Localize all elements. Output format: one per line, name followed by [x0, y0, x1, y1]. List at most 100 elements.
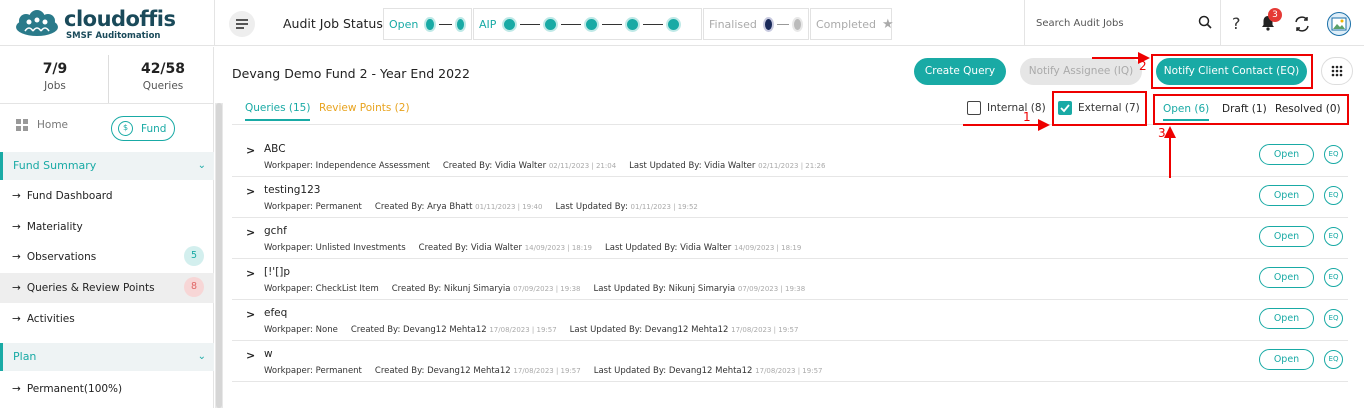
created-by-label: Created By: [374, 202, 425, 212]
tab-review-points[interactable]: Review Points (2) [319, 102, 410, 114]
eq-badge[interactable]: EQ [1324, 268, 1343, 287]
eq-badge[interactable]: EQ [1324, 145, 1343, 164]
scrollbar-thumb[interactable] [216, 103, 222, 408]
status-open-button[interactable]: Open [1259, 226, 1314, 247]
table-row[interactable]: > [!'[]p Workpaper: CheckList Item Created … [232, 259, 1348, 300]
stage-completed[interactable]: Completed ★ [810, 8, 894, 40]
arrow-right-icon: → [12, 251, 21, 263]
plan-title: Plan [13, 350, 37, 363]
sidebar-scrollbar[interactable] [215, 103, 223, 408]
status-open-button[interactable]: Open [1259, 144, 1314, 165]
stage-dot [625, 16, 641, 32]
status-open-button[interactable]: Open [1259, 308, 1314, 329]
annotation-label-3: 3 [1158, 126, 1166, 140]
menu-button[interactable] [229, 11, 255, 37]
last-updated-label: Last Updated By: [569, 325, 643, 335]
internal-label: Internal (8) [987, 102, 1046, 114]
divider [1220, 0, 1221, 46]
query-title[interactable]: efeq [264, 307, 287, 319]
workpaper-value: CheckList Item [315, 284, 379, 294]
workpaper-label: Workpaper: [264, 366, 313, 376]
star-icon: ★ [882, 16, 894, 32]
sidebar-item-fund-dashboard[interactable]: → Fund Dashboard [0, 181, 214, 211]
chevron-right-icon[interactable]: > [246, 308, 255, 321]
annotation-arrow [963, 124, 1043, 126]
query-title[interactable]: [!'[]p [264, 266, 290, 278]
table-row[interactable]: > w Workpaper: Permanent Created By: Devang… [232, 341, 1348, 382]
chevron-right-icon[interactable]: > [246, 144, 255, 157]
workpaper-value: Permanent [315, 366, 362, 376]
query-title[interactable]: w [264, 348, 273, 360]
stage-dot [543, 16, 559, 32]
logo[interactable]: cloudoffis SMSF Auditomation [14, 5, 194, 41]
table-row[interactable]: > gchf Workpaper: Unlisted Investments Crea… [232, 218, 1348, 259]
highlight-box-external [1052, 91, 1147, 126]
table-row[interactable]: > efeq Workpaper: None Created By: Devang12… [232, 300, 1348, 341]
query-meta: Workpaper: Permanent Created By: Devang12… [264, 366, 822, 376]
tab-queries[interactable]: Queries (15) [245, 102, 311, 121]
stage-line [561, 23, 582, 25]
highlight-box-notify-client [1151, 54, 1313, 89]
create-query-button[interactable]: Create Query [914, 58, 1006, 85]
created-date: 17/08/2023 | 19:57 [489, 326, 557, 334]
search-input[interactable]: Search Audit Jobs [1036, 18, 1124, 29]
chevron-right-icon[interactable]: > [246, 226, 255, 239]
stage-aip-label: AIP [479, 17, 497, 31]
stage-open[interactable]: Open [383, 8, 472, 40]
internal-filter[interactable]: Internal (8) [967, 101, 1046, 115]
table-row[interactable]: > testing123 Workpaper: Permanent Created B… [232, 177, 1348, 218]
eq-badge[interactable]: EQ [1324, 186, 1343, 205]
chevron-right-icon[interactable]: > [246, 185, 255, 198]
arrow-right-icon: → [12, 282, 21, 294]
checkbox[interactable] [967, 101, 981, 115]
query-title[interactable]: gchf [264, 225, 287, 237]
chevron-right-icon[interactable]: > [246, 349, 255, 362]
last-updated-label: Last Updated By: [555, 202, 628, 212]
sidebar-item-materiality[interactable]: → Materiality [0, 212, 214, 242]
query-title[interactable]: testing123 [264, 184, 320, 196]
created-by-value: Devang12 Mehta12 [403, 325, 487, 335]
hamburger-icon [236, 19, 248, 29]
divider [0, 103, 214, 104]
help-icon[interactable]: ? [1232, 14, 1241, 33]
query-title[interactable]: ABC [264, 143, 286, 155]
plan-section[interactable]: Plan ⌄ [0, 343, 214, 371]
eq-badge[interactable]: EQ [1324, 227, 1343, 246]
stage-aip[interactable]: AIP [473, 8, 702, 40]
last-updated-date: 17/08/2023 | 19:57 [755, 367, 823, 375]
stage-finalised[interactable]: Finalised [703, 8, 809, 40]
eq-badge[interactable]: EQ [1324, 309, 1343, 328]
jobs-label: Jobs [44, 80, 66, 92]
home-label: Home [37, 119, 69, 131]
created-date: 14/09/2023 | 18:19 [524, 244, 593, 252]
sidebar-item-activities[interactable]: → Activities [0, 304, 214, 334]
brand-subtitle: SMSF Auditomation [66, 31, 161, 41]
created-date: 17/08/2023 | 19:57 [513, 367, 581, 375]
sidebar-item-permanent[interactable]: → Permanent(100%) [0, 374, 214, 404]
created-date: 01/11/2023 | 19:40 [475, 203, 543, 211]
queries-stat: 42/58 Queries [110, 61, 216, 92]
workpaper-value: Independence Assessment [315, 161, 430, 171]
fund-summary-section[interactable]: Fund Summary ⌄ [0, 152, 214, 180]
queries-count: 42/58 [140, 61, 186, 77]
created-by-value: Vidia Walter [470, 243, 522, 253]
search-icon[interactable] [1198, 15, 1212, 29]
dollar-icon: $ [118, 121, 133, 136]
status-open-button[interactable]: Open [1259, 267, 1314, 288]
arrow-right-icon: → [12, 190, 21, 202]
sidebar-item-observations[interactable]: → Observations 5 [0, 242, 214, 272]
table-row[interactable]: > ABC Workpaper: Independence Assessment Cr… [232, 136, 1348, 177]
eq-badge[interactable]: EQ [1324, 350, 1343, 369]
stage-finalised-label: Finalised [709, 17, 757, 31]
avatar[interactable] [1327, 12, 1351, 36]
status-open-button[interactable]: Open [1259, 185, 1314, 206]
sync-icon[interactable] [1292, 14, 1312, 34]
status-open-button[interactable]: Open [1259, 349, 1314, 370]
chevron-right-icon[interactable]: > [246, 267, 255, 280]
sidebar-item-queries-review-points[interactable]: → Queries & Review Points 8 [0, 273, 214, 303]
divider [214, 0, 215, 46]
fund-button[interactable]: $ Fund [111, 116, 175, 141]
notify-assignee-button[interactable]: Notify Assignee (IQ) [1020, 58, 1142, 85]
apps-button[interactable] [1321, 57, 1353, 85]
home-link[interactable]: Home [16, 119, 68, 131]
